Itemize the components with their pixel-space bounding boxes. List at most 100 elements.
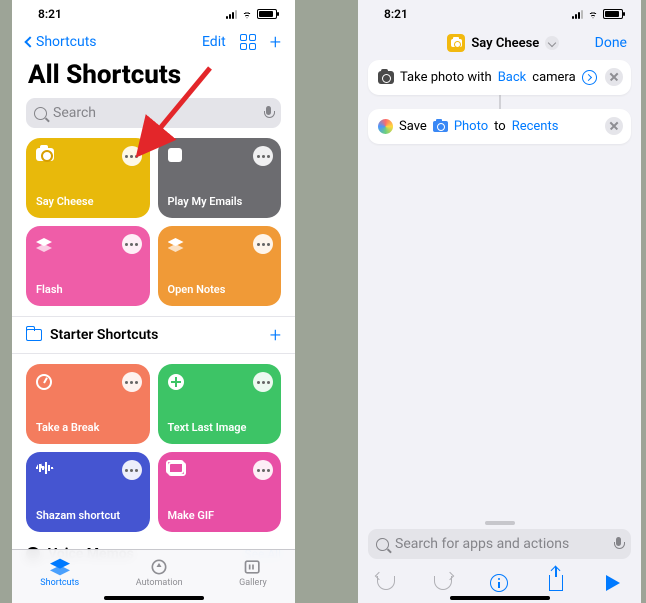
action-text: Take photo with xyxy=(400,70,492,85)
undo-button[interactable] xyxy=(375,572,397,594)
battery-icon xyxy=(603,9,623,19)
plus-circle-icon xyxy=(168,374,184,390)
mic-icon[interactable] xyxy=(614,537,623,551)
starter-shortcuts-grid: Take a Break Text Last Image Shazam shor… xyxy=(12,354,295,542)
chevron-left-icon xyxy=(24,36,35,47)
shortcut-shazam[interactable]: Shazam shortcut xyxy=(26,452,150,532)
folder-icon xyxy=(26,329,42,341)
tile-menu-button[interactable] xyxy=(122,234,142,254)
action-text: to xyxy=(494,119,506,134)
actions-canvas[interactable]: Take photo with Back camera Save Photo t… xyxy=(358,60,641,144)
tile-menu-button[interactable] xyxy=(122,372,142,392)
shortcut-say-cheese[interactable]: Say Cheese xyxy=(26,138,150,218)
battery-icon xyxy=(257,9,277,19)
tile-label: Flash xyxy=(36,283,140,296)
action-take-photo[interactable]: Take photo with Back camera xyxy=(368,60,631,95)
search-placeholder: Search for apps and actions xyxy=(395,536,608,552)
run-button[interactable] xyxy=(602,572,624,594)
tab-shortcuts[interactable]: Shortcuts xyxy=(40,558,79,588)
action-save-photo[interactable]: Save Photo to Recents xyxy=(368,109,631,144)
tile-menu-button[interactable] xyxy=(122,146,142,166)
tile-menu-button[interactable] xyxy=(122,460,142,480)
status-icons xyxy=(226,9,277,19)
tile-label: Say Cheese xyxy=(36,195,140,208)
starter-label: Starter Shortcuts xyxy=(50,327,158,343)
edit-button[interactable]: Edit xyxy=(202,34,226,50)
layers-icon xyxy=(168,236,184,252)
back-label: Shortcuts xyxy=(36,34,97,50)
action-connector xyxy=(499,95,501,109)
tile-menu-button[interactable] xyxy=(253,146,273,166)
tab-gallery[interactable]: Gallery xyxy=(239,558,267,588)
action-text: camera xyxy=(532,70,575,85)
status-bar: 8:21 xyxy=(12,0,295,28)
shortcut-editor-screen: 8:21 Say Cheese Done Take photo with Bac… xyxy=(358,0,641,603)
shortcut-title-button[interactable]: Say Cheese xyxy=(447,34,559,52)
back-button[interactable]: Shortcuts xyxy=(26,34,97,50)
done-button[interactable]: Done xyxy=(595,35,627,51)
view-grid-button[interactable] xyxy=(240,34,256,50)
album-param[interactable]: Recents xyxy=(512,119,559,134)
action-search-field[interactable]: Search for apps and actions xyxy=(368,529,631,559)
shortcut-text-last-image[interactable]: Text Last Image xyxy=(158,364,282,444)
waveform-icon xyxy=(36,462,54,474)
wifi-icon xyxy=(241,10,253,19)
shortcut-open-notes[interactable]: Open Notes xyxy=(158,226,282,306)
starter-shortcuts-header[interactable]: Starter Shortcuts + xyxy=(12,316,295,354)
shortcuts-library-screen: 8:21 Shortcuts Edit + All Shortcuts Sear… xyxy=(12,0,295,603)
tile-menu-button[interactable] xyxy=(253,460,273,480)
shortcut-play-emails[interactable]: Play My Emails xyxy=(158,138,282,218)
shortcut-flash[interactable]: Flash xyxy=(26,226,150,306)
home-indicator[interactable] xyxy=(104,596,204,600)
share-button[interactable] xyxy=(545,572,567,594)
panel-grabber[interactable] xyxy=(485,521,515,525)
search-icon xyxy=(34,107,47,120)
action-info-button[interactable] xyxy=(582,70,597,85)
search-field[interactable]: Search xyxy=(26,98,281,128)
status-bar: 8:21 xyxy=(358,0,641,28)
photos-icon xyxy=(378,119,393,134)
tab-automation[interactable]: Automation xyxy=(136,558,183,588)
camera-param[interactable]: Back xyxy=(498,70,527,85)
tab-label: Automation xyxy=(136,578,183,588)
shortcut-name: Say Cheese xyxy=(471,36,539,51)
shortcut-icon xyxy=(447,34,465,52)
wifi-icon xyxy=(587,10,599,19)
add-shortcut-button[interactable]: + xyxy=(270,32,281,52)
page-title: All Shortcuts xyxy=(12,58,295,98)
timer-icon xyxy=(36,374,52,390)
tab-bar: Shortcuts Automation Gallery xyxy=(12,549,295,603)
shortcut-take-break[interactable]: Take a Break xyxy=(26,364,150,444)
details-button[interactable] xyxy=(488,572,510,594)
remove-action-button[interactable] xyxy=(605,117,623,135)
tile-menu-button[interactable] xyxy=(253,234,273,254)
home-indicator[interactable] xyxy=(450,596,550,600)
shortcut-make-gif[interactable]: Make GIF xyxy=(158,452,282,532)
signal-icon xyxy=(572,10,583,19)
chevron-down-icon xyxy=(545,36,559,50)
tile-label: Shazam shortcut xyxy=(36,509,140,522)
my-shortcuts-grid: Say Cheese Play My Emails Flash Open Not… xyxy=(12,138,295,316)
redo-button[interactable] xyxy=(432,572,454,594)
editor-bottom-panel: Search for apps and actions xyxy=(358,517,641,603)
tile-label: Open Notes xyxy=(168,283,272,296)
search-placeholder: Search xyxy=(53,105,258,121)
status-time: 8:21 xyxy=(384,7,408,21)
mic-icon[interactable] xyxy=(264,106,273,120)
editor-nav: Say Cheese Done xyxy=(358,28,641,60)
remove-action-button[interactable] xyxy=(605,68,623,86)
camera-icon xyxy=(378,71,394,84)
layers-icon xyxy=(36,236,52,252)
tile-label: Take a Break xyxy=(36,421,140,434)
tile-label: Text Last Image xyxy=(168,421,272,434)
search-icon xyxy=(376,538,389,551)
tab-label: Gallery xyxy=(239,578,267,588)
images-icon xyxy=(168,462,186,476)
tile-menu-button[interactable] xyxy=(253,372,273,392)
automation-tab-icon xyxy=(149,558,169,576)
add-starter-button[interactable]: + xyxy=(270,325,281,345)
outlook-icon xyxy=(168,148,182,162)
action-text: Save xyxy=(399,119,427,134)
photo-param[interactable]: Photo xyxy=(454,119,488,134)
tab-label: Shortcuts xyxy=(40,578,79,588)
